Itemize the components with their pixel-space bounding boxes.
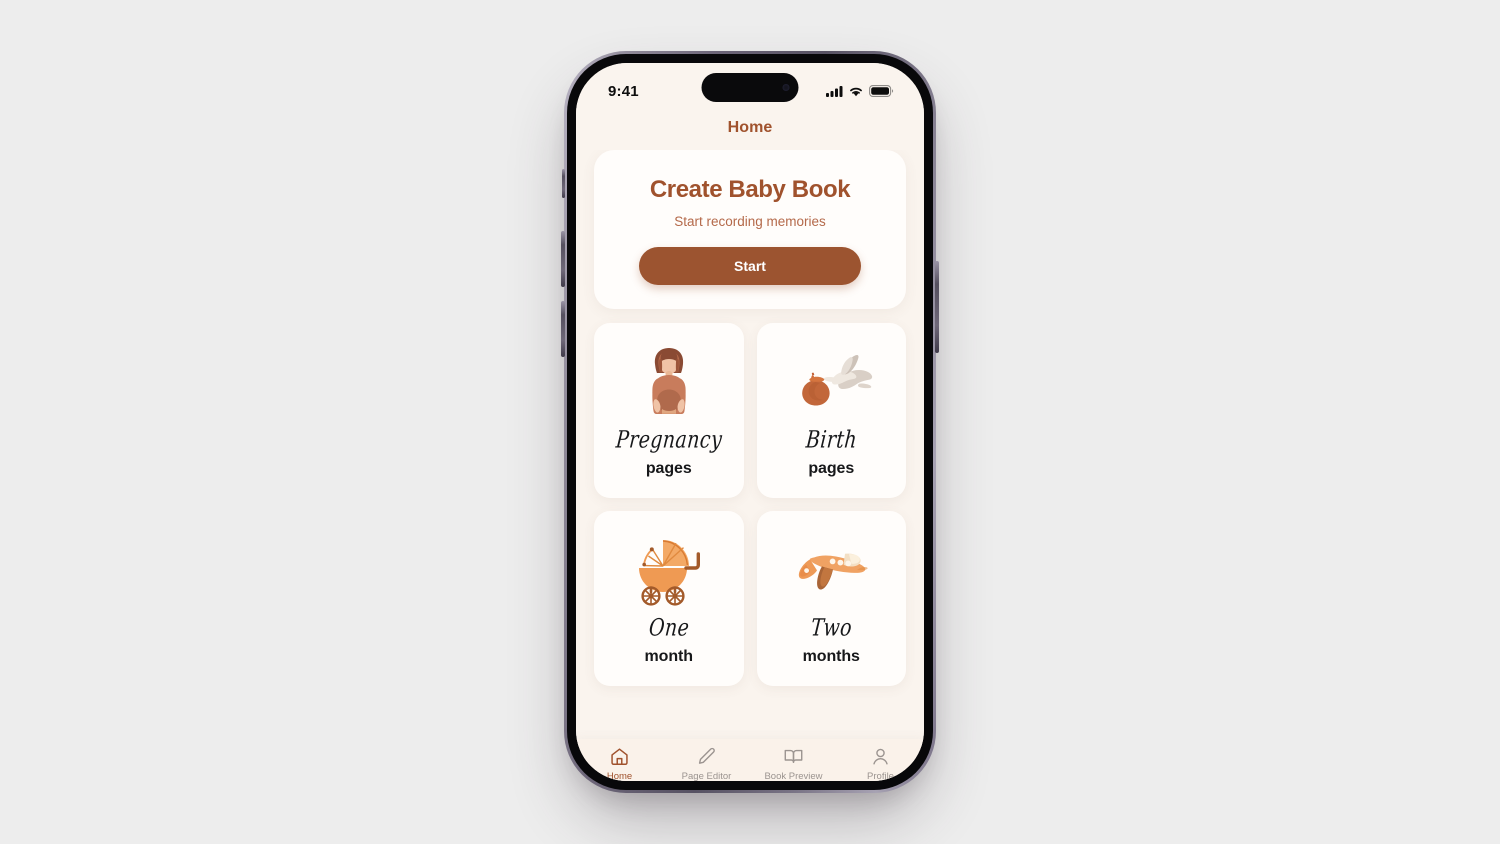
status-bar: 9:41	[576, 63, 924, 113]
pencil-icon	[698, 747, 715, 764]
volume-down-button[interactable]	[561, 301, 565, 357]
card-script-label: Birth	[804, 426, 858, 454]
tab-page-editor[interactable]: Page Editor	[663, 746, 750, 781]
scroll-content[interactable]: Create Baby Book Start recording memorie…	[576, 150, 924, 781]
pages-grid: Pregnancy pages Birth pages One month Tw…	[594, 323, 906, 686]
card-one-month[interactable]: One month	[594, 511, 744, 686]
card-two-months[interactable]: Two months	[756, 511, 906, 686]
pregnant-woman-illustration	[638, 339, 700, 425]
card-bold-label: pages	[645, 460, 692, 477]
card-birth-pages[interactable]: Birth pages	[756, 323, 906, 498]
card-bold-label: months	[802, 648, 860, 665]
person-icon	[873, 748, 888, 765]
mute-switch[interactable]	[562, 169, 565, 198]
status-time: 9:41	[608, 82, 639, 100]
device-frame: 9:41 Home Create Baby Book Start recordi…	[561, 51, 939, 793]
volume-up-button[interactable]	[561, 231, 565, 287]
card-script-label: Two	[809, 614, 853, 642]
tab-book-preview[interactable]: Book Preview	[750, 746, 837, 781]
dynamic-island	[701, 73, 799, 102]
battery-icon	[869, 85, 894, 97]
stork-with-bundle-illustration	[789, 339, 873, 425]
baby-pram-illustration	[629, 527, 709, 613]
status-icons	[826, 85, 894, 97]
front-camera-icon	[782, 84, 790, 91]
power-button[interactable]	[935, 261, 939, 353]
device-body: 9:41 Home Create Baby Book Start recordi…	[567, 54, 933, 790]
tab-home[interactable]: Home	[576, 746, 663, 781]
tab-label: Book Preview	[764, 771, 823, 781]
home-icon	[611, 748, 628, 765]
tab-profile[interactable]: Profile	[837, 746, 924, 781]
wifi-icon	[850, 87, 862, 97]
card-pregnancy-pages[interactable]: Pregnancy pages	[594, 323, 744, 498]
device-screen: 9:41 Home Create Baby Book Start recordi…	[576, 63, 924, 781]
tab-label: Home	[606, 771, 633, 781]
open-book-icon	[784, 749, 803, 763]
hero-subtitle: Start recording memories	[674, 214, 826, 229]
card-bold-label: pages	[808, 460, 855, 477]
cellular-signal-icon	[826, 86, 843, 97]
page-title: Home	[727, 119, 773, 136]
tab-label: Page Editor	[681, 771, 732, 781]
toy-airplane-illustration	[788, 527, 874, 613]
create-baby-book-card: Create Baby Book Start recording memorie…	[594, 150, 906, 309]
hero-title: Create Baby Book	[649, 176, 851, 203]
bottom-tab-bar: Home Page Editor Book Preview Profile	[576, 739, 924, 781]
page-canvas: 9:41 Home Create Baby Book Start recordi…	[0, 0, 1500, 844]
tab-label: Profile	[867, 771, 894, 781]
card-script-label: One	[647, 614, 691, 642]
app-container: Home Create Baby Book Start recording me…	[576, 113, 924, 781]
start-button[interactable]: Start	[639, 247, 861, 285]
card-bold-label: month	[644, 648, 693, 665]
card-script-label: Pregnancy	[614, 426, 723, 454]
iphone-device: 9:41 Home Create Baby Book Start recordi…	[561, 51, 939, 793]
